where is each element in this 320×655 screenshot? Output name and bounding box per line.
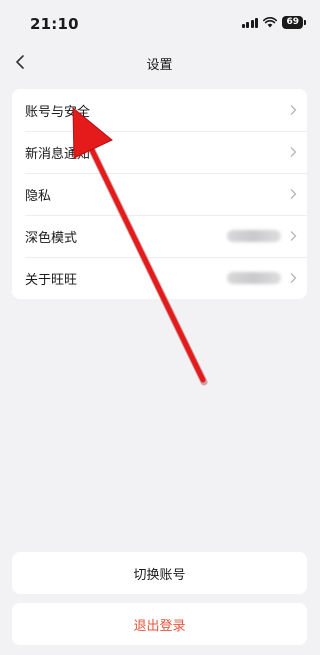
settings-item-dark-mode[interactable]: 深色模式 [12, 215, 307, 257]
status-bar: 21:10 69 [0, 0, 319, 44]
settings-item-label: 深色模式 [25, 230, 78, 246]
settings-item-notifications[interactable]: 新消息通知 [12, 131, 307, 173]
status-icons: 69 [241, 16, 306, 29]
signal-icon [241, 17, 259, 28]
logout-button[interactable]: 退出登录 [12, 603, 307, 645]
settings-item-label: 关于旺旺 [25, 272, 78, 288]
settings-item-privacy[interactable]: 隐私 [12, 173, 307, 215]
settings-item-label: 新消息通知 [25, 146, 91, 162]
settings-list: 账号与安全 新消息通知 隐私 深色模式 关于旺旺 [12, 89, 307, 299]
nav-bar: 设置 [0, 44, 319, 82]
chevron-right-icon [290, 273, 297, 283]
blurred-value [227, 272, 281, 284]
chevron-right-icon [290, 147, 297, 157]
switch-account-button[interactable]: 切换账号 [12, 552, 307, 594]
chevron-right-icon [290, 231, 297, 241]
settings-item-about[interactable]: 关于旺旺 [12, 257, 307, 299]
status-time: 21:10 [30, 15, 79, 33]
settings-item-label: 账号与安全 [25, 104, 91, 120]
page-title: 设置 [146, 58, 173, 73]
chevron-right-icon [290, 105, 297, 115]
blurred-value [227, 230, 281, 242]
settings-item-label: 隐私 [25, 188, 52, 204]
wifi-icon [263, 17, 278, 28]
battery-icon: 69 [282, 16, 306, 29]
settings-item-account-security[interactable]: 账号与安全 [12, 89, 307, 131]
chevron-right-icon [290, 189, 297, 199]
